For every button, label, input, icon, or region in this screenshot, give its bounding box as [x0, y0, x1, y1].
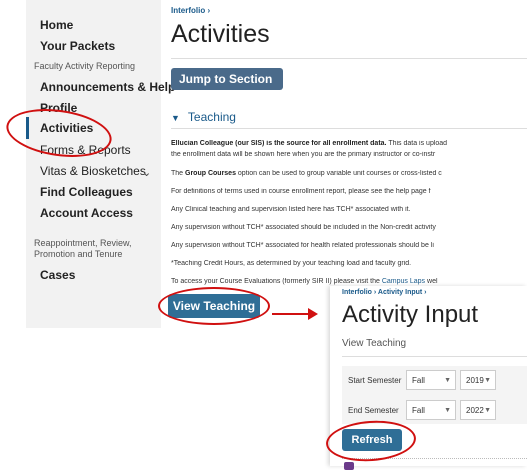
teaching-text: wel	[425, 278, 438, 285]
sidebar-item-account-access[interactable]: Account Access	[40, 206, 133, 220]
teaching-text: option can be used to group variable uni…	[235, 170, 442, 177]
end-term-select[interactable]: Fall ▼	[406, 400, 456, 420]
breadcrumb[interactable]: Interfolio ›	[171, 6, 210, 15]
dropdown-arrow-icon: ▼	[484, 377, 491, 384]
teaching-text-bold: Ellucian Colleague (our SIS) is the sour…	[171, 140, 387, 147]
dropdown-arrow-icon: ▼	[484, 407, 491, 414]
page-title: Activities	[171, 20, 270, 48]
chevron-down-icon: ∨	[183, 94, 192, 108]
page-title: Activity Input	[342, 301, 479, 328]
teaching-text-line: *Teaching Credit Hours, as determined by…	[171, 260, 412, 267]
teaching-text-line: Any Clinical teaching and supervision li…	[171, 206, 411, 213]
sidebar-nav: Home Your Packets Faculty Activity Repor…	[26, 0, 175, 328]
divider	[171, 128, 527, 129]
teaching-text-bold: Group Courses	[185, 170, 236, 177]
teaching-text-line: Any supervision without TCH* associated …	[171, 242, 434, 249]
teaching-text-line: Ellucian Colleague (our SIS) is the sour…	[171, 140, 489, 147]
chevron-down-icon[interactable]: ⌄	[142, 166, 151, 179]
breadcrumb[interactable]: Interfolio › Activity Input ›	[342, 289, 427, 296]
annotation-arrow	[272, 313, 310, 315]
teaching-text-line: the enrollment data will be shown here w…	[171, 151, 436, 158]
divider	[171, 58, 527, 59]
end-semester-label: End Semester	[348, 406, 399, 415]
teaching-text-line: Any supervision without TCH* associated …	[171, 224, 436, 231]
dropdown-arrow-icon: ▼	[444, 377, 451, 384]
annotation-oval-view-teaching	[158, 287, 270, 325]
start-semester-label: Start Semester	[348, 376, 402, 385]
sidebar-section-rpt: Reappointment, Review, Promotion and Ten…	[34, 238, 132, 259]
page-subtitle: View Teaching	[342, 338, 407, 349]
teaching-text: To access your Course Evaluations (forme…	[171, 278, 382, 285]
teaching-text-line: To access your Course Evaluations (forme…	[171, 278, 489, 285]
start-year-select[interactable]: 2019 ▼	[460, 370, 496, 390]
start-term-select[interactable]: Fall ▼	[406, 370, 456, 390]
triangle-down-icon: ▼	[171, 113, 180, 123]
teaching-section-toggle[interactable]: ▼ Teaching	[171, 110, 236, 124]
end-year-value: 2022	[466, 406, 484, 415]
teaching-text: This data is upload	[386, 140, 448, 147]
dropdown-arrow-icon: ▼	[444, 407, 451, 414]
campus-labs-link[interactable]: Campus Laps	[382, 278, 425, 285]
sidebar-item-announcements[interactable]: Announcements & Help	[40, 80, 175, 94]
sidebar-item-cases[interactable]: Cases	[40, 268, 75, 282]
start-year-value: 2019	[466, 376, 484, 385]
start-term-value: Fall	[412, 376, 425, 385]
sidebar-item-find-colleagues[interactable]: Find Colleagues	[40, 185, 133, 199]
info-icon	[344, 462, 354, 470]
divider	[342, 356, 527, 357]
jump-label: Jump to Section	[179, 72, 273, 86]
teaching-section-title: Teaching	[187, 110, 236, 124]
end-year-select[interactable]: 2022 ▼	[460, 400, 496, 420]
sidebar-item-home[interactable]: Home	[40, 18, 73, 32]
teaching-text-line: For definitions of terms used in course …	[171, 188, 431, 195]
annotation-arrow-head	[308, 308, 318, 320]
sidebar-item-vitas[interactable]: Vitas & Biosketches	[40, 164, 146, 178]
teaching-text: The	[171, 170, 186, 177]
sidebar-section-faculty-activity: Faculty Activity Reporting	[34, 61, 136, 71]
jump-to-section-button[interactable]: Jump to Section ∨	[171, 68, 283, 108]
semester-filter: Start Semester Fall ▼ 2019 ▼ End Semester …	[342, 366, 527, 424]
teaching-text-line: The Group Courses option can be used to …	[171, 170, 489, 177]
end-term-value: Fall	[412, 406, 425, 415]
sidebar-item-your-packets[interactable]: Your Packets	[40, 39, 115, 53]
